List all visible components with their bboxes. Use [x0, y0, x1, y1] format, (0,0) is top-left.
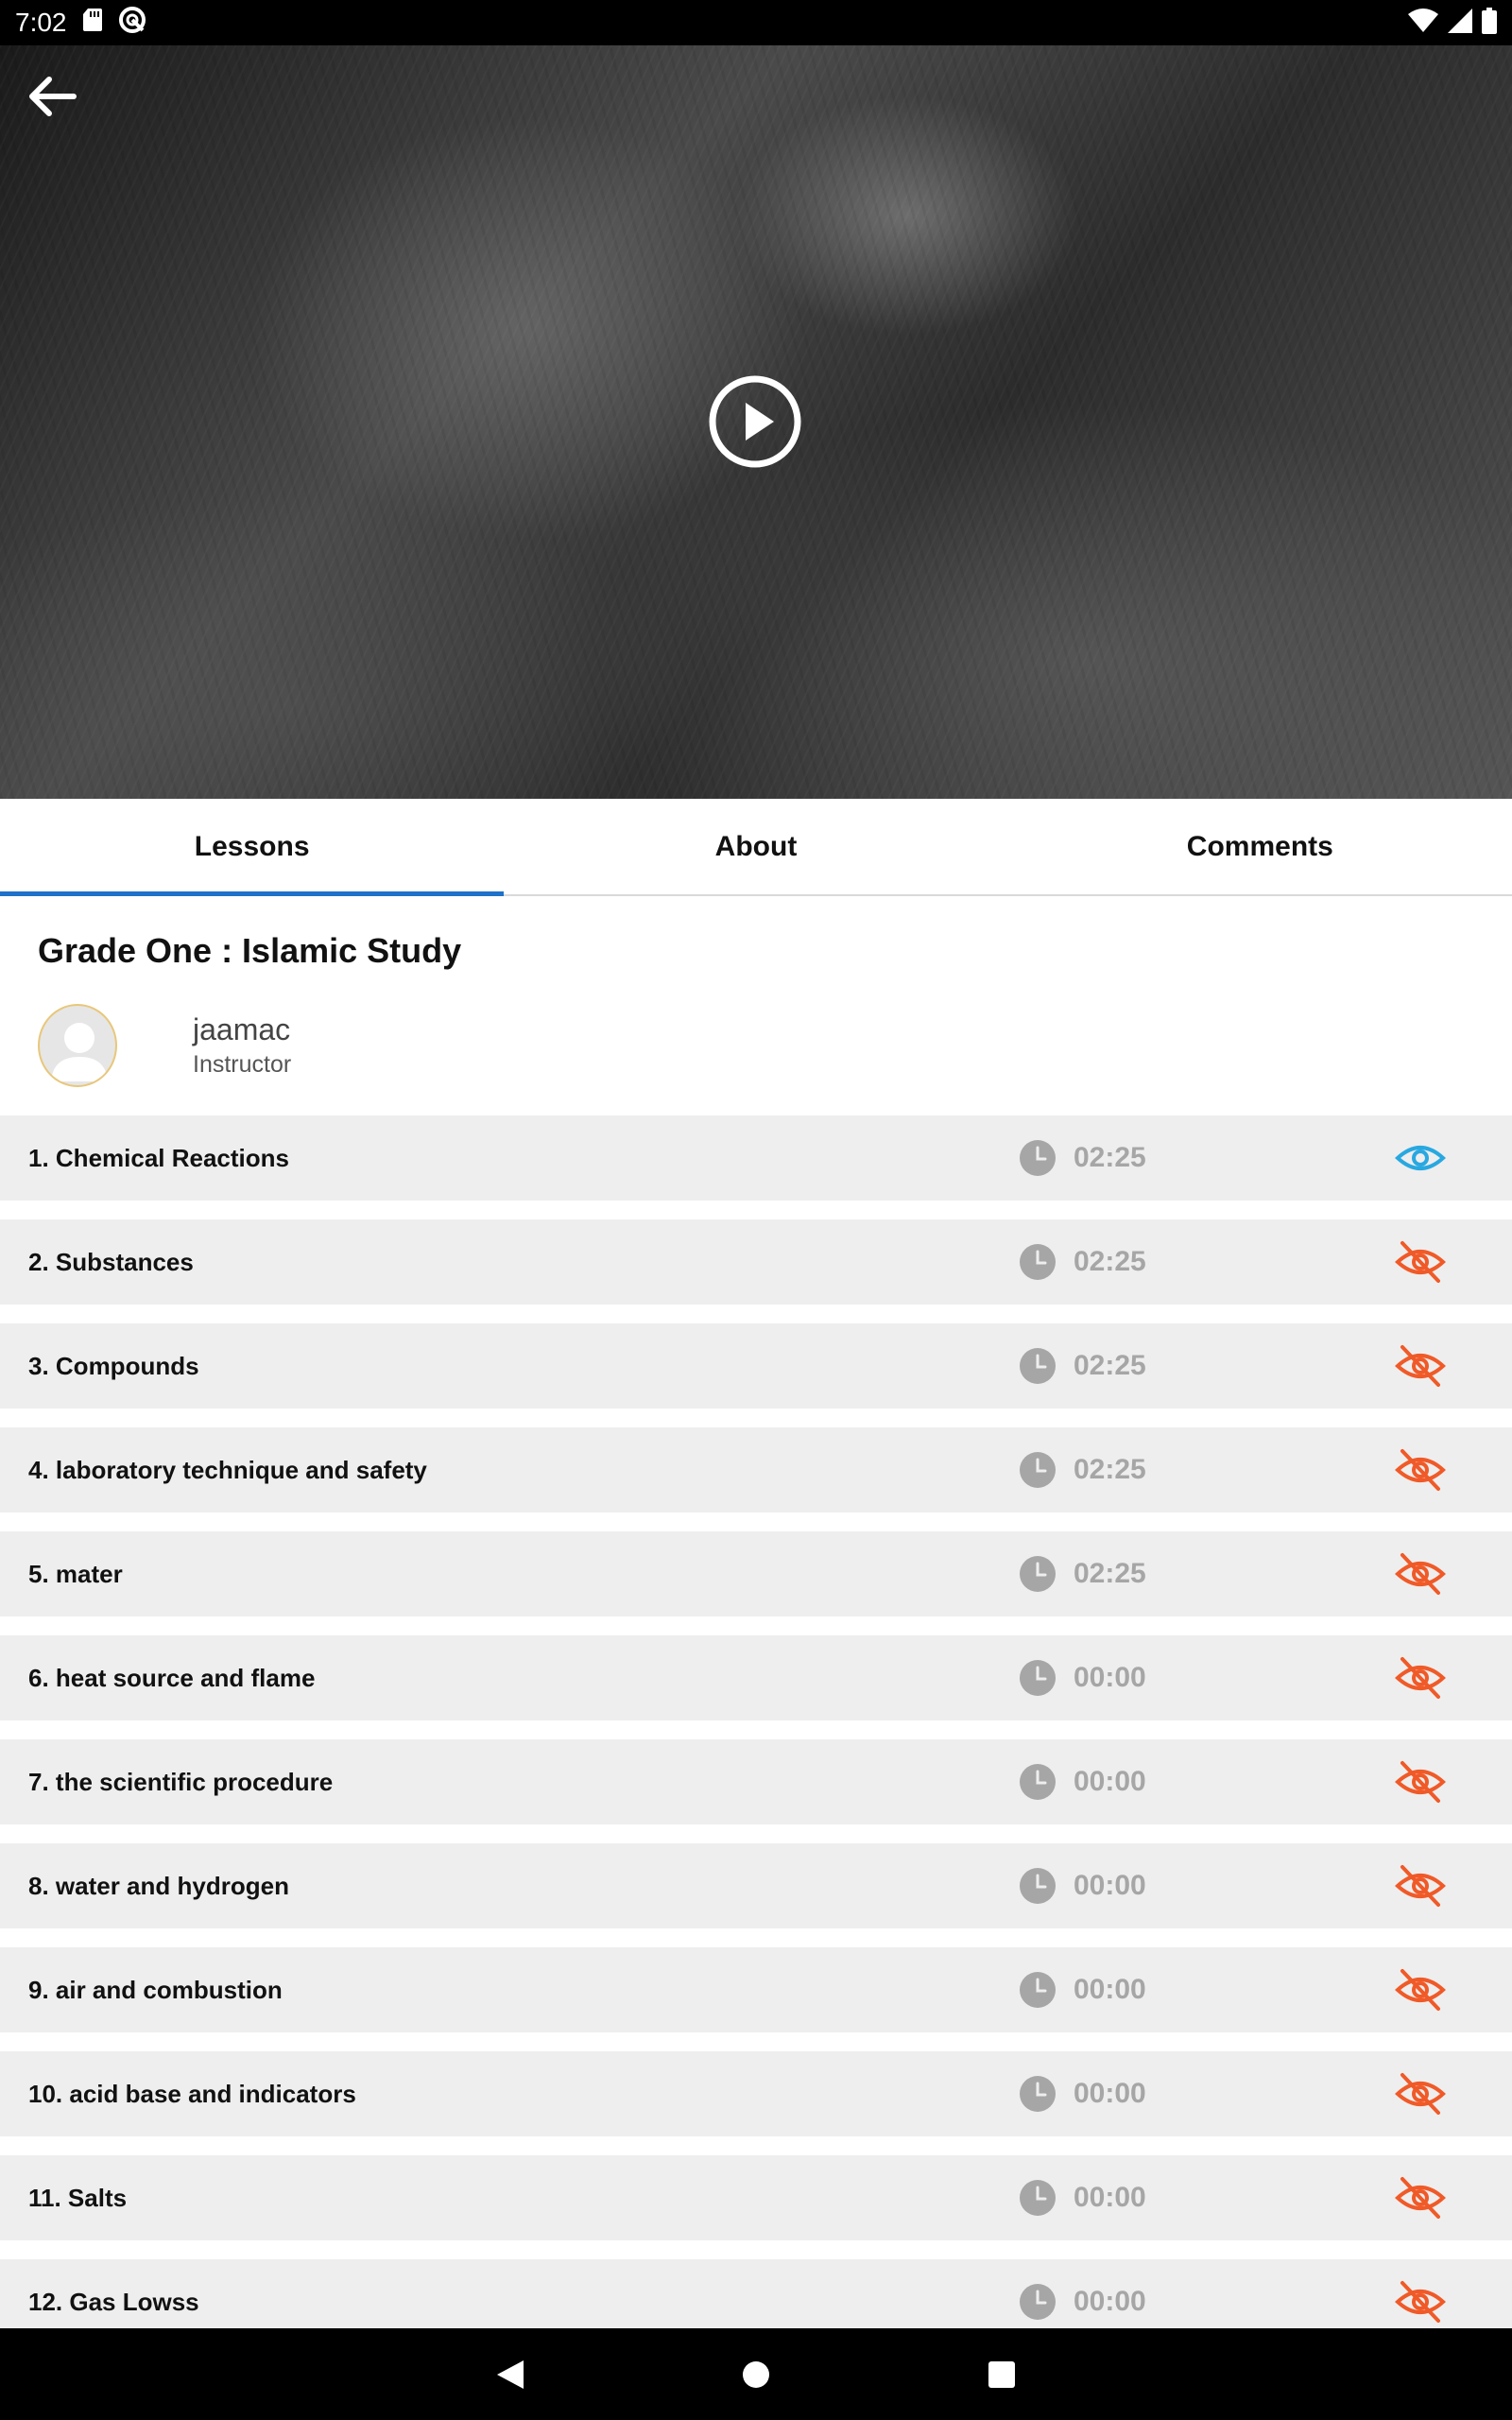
- lesson-duration: 00:00: [1074, 2182, 1146, 2213]
- lesson-title: 12. Gas Lowss: [28, 2287, 199, 2316]
- lesson-title: 3. Compounds: [28, 1351, 199, 1380]
- clock-icon: [1020, 1868, 1056, 1904]
- eye-off-icon[interactable]: [1395, 2175, 1446, 2221]
- system-nav-bar: [0, 2328, 1512, 2420]
- status-right: [1408, 7, 1497, 39]
- clock-icon: [1020, 1244, 1056, 1280]
- lesson-row[interactable]: 9. air and combustion 00:00: [0, 1947, 1512, 2032]
- lesson-duration: 02:25: [1074, 1246, 1146, 1277]
- lesson-title: 1. Chemical Reactions: [28, 1143, 289, 1172]
- instructor-text: jaamac Instructor: [193, 1012, 291, 1079]
- wifi-icon: [1408, 8, 1438, 38]
- lesson-row[interactable]: 1. Chemical Reactions 02:25: [0, 1115, 1512, 1201]
- clock-icon: [1020, 2180, 1056, 2216]
- eye-off-icon[interactable]: [1395, 2071, 1446, 2117]
- lesson-title: 11. Salts: [28, 2183, 128, 2212]
- tab-comments[interactable]: Comments: [1008, 799, 1512, 894]
- tab-bar: Lessons About Comments: [0, 799, 1512, 896]
- lesson-duration: 02:25: [1074, 1350, 1146, 1381]
- clock-icon: [1020, 1660, 1056, 1696]
- nav-back-button[interactable]: [491, 2356, 529, 2394]
- lesson-duration: 02:25: [1074, 1454, 1146, 1485]
- sync-icon: [118, 6, 146, 41]
- lesson-duration: 00:00: [1074, 1974, 1146, 2005]
- eye-off-icon[interactable]: [1395, 2279, 1446, 2325]
- instructor-info[interactable]: jaamac Instructor: [38, 1004, 291, 1087]
- status-time: 7:02: [15, 8, 67, 37]
- lesson-row[interactable]: 6. heat source and flame 00:00: [0, 1635, 1512, 1720]
- eye-icon[interactable]: [1395, 1135, 1446, 1181]
- clock-icon: [1020, 1556, 1056, 1592]
- status-bar: 7:02: [0, 0, 1512, 45]
- video-thumbnail[interactable]: [0, 45, 1512, 799]
- lesson-title: 9. air and combustion: [28, 1975, 283, 2004]
- eye-off-icon[interactable]: [1395, 1551, 1446, 1597]
- battery-icon: [1482, 7, 1497, 39]
- tab-about[interactable]: About: [504, 799, 1007, 894]
- instructor-role: Instructor: [193, 1051, 292, 1078]
- clock-icon: [1020, 1348, 1056, 1384]
- eye-off-icon[interactable]: [1395, 1343, 1446, 1389]
- lesson-duration: 00:00: [1074, 1870, 1146, 1901]
- lessons-list: 1. Chemical Reactions 02:25 2. Substances 0…: [0, 1115, 1512, 2363]
- user-avatar-icon: [51, 1023, 108, 1081]
- lesson-title: 4. laboratory technique and safety: [28, 1455, 427, 1484]
- eye-off-icon[interactable]: [1395, 1655, 1446, 1701]
- clock-icon: [1020, 1452, 1056, 1488]
- lesson-row[interactable]: 3. Compounds 02:25: [0, 1323, 1512, 1409]
- clock-icon: [1020, 1764, 1056, 1800]
- eye-off-icon[interactable]: [1395, 1967, 1446, 2013]
- clock-icon: [1020, 1140, 1056, 1176]
- lesson-title: 6. heat source and flame: [28, 1663, 316, 1692]
- instructor-name: jaamac: [193, 1012, 291, 1046]
- lesson-row[interactable]: 11. Salts 00:00: [0, 2155, 1512, 2240]
- lesson-title: 5. mater: [28, 1559, 123, 1588]
- back-button[interactable]: [21, 70, 81, 123]
- avatar[interactable]: [38, 1004, 117, 1087]
- lesson-title: 8. water and hydrogen: [28, 1871, 289, 1900]
- lesson-duration: 02:25: [1074, 1142, 1146, 1173]
- lesson-row[interactable]: 10. acid base and indicators 00:00: [0, 2051, 1512, 2136]
- play-circle-icon: [709, 375, 801, 468]
- clock-icon: [1020, 2076, 1056, 2112]
- lesson-row[interactable]: 8. water and hydrogen 00:00: [0, 1843, 1512, 1928]
- status-left: 7:02: [15, 6, 146, 41]
- tab-lessons[interactable]: Lessons: [0, 799, 505, 896]
- eye-off-icon[interactable]: [1395, 1759, 1446, 1805]
- lesson-duration: 00:00: [1074, 2286, 1146, 2317]
- lesson-title: 7. the scientific procedure: [28, 1767, 334, 1796]
- nav-recents-icon: [988, 2360, 1015, 2388]
- eye-off-icon[interactable]: [1395, 1447, 1446, 1493]
- clock-icon: [1020, 1972, 1056, 2008]
- lesson-row[interactable]: 2. Substances 02:25: [0, 1219, 1512, 1305]
- lesson-title: 2. Substances: [28, 1247, 194, 1276]
- nav-back-icon: [497, 2360, 524, 2389]
- lesson-row[interactable]: 5. mater 02:25: [0, 1531, 1512, 1616]
- lesson-duration: 00:00: [1074, 1766, 1146, 1797]
- lesson-row[interactable]: 4. laboratory technique and safety 02:25: [0, 1427, 1512, 1512]
- lesson-row[interactable]: 7. the scientific procedure 00:00: [0, 1739, 1512, 1824]
- lesson-duration: 00:00: [1074, 2078, 1146, 2109]
- lesson-duration: 00:00: [1074, 1662, 1146, 1693]
- play-button[interactable]: [708, 374, 802, 469]
- sd-card-icon: [82, 8, 103, 39]
- app-screen: 7:02 Lessons About Comments Grade One: …: [0, 0, 1512, 2420]
- eye-off-icon[interactable]: [1395, 1863, 1446, 1909]
- course-title: Grade One : Islamic Study: [38, 931, 462, 970]
- lesson-duration: 02:25: [1074, 1558, 1146, 1589]
- signal-icon: [1448, 8, 1472, 38]
- lesson-title: 10. acid base and indicators: [28, 2079, 356, 2108]
- nav-home-button[interactable]: [737, 2356, 775, 2394]
- eye-off-icon[interactable]: [1395, 1239, 1446, 1285]
- nav-home-icon: [743, 2360, 769, 2388]
- nav-recents-button[interactable]: [983, 2356, 1021, 2394]
- arrow-left-icon: [29, 77, 77, 116]
- clock-icon: [1020, 2284, 1056, 2320]
